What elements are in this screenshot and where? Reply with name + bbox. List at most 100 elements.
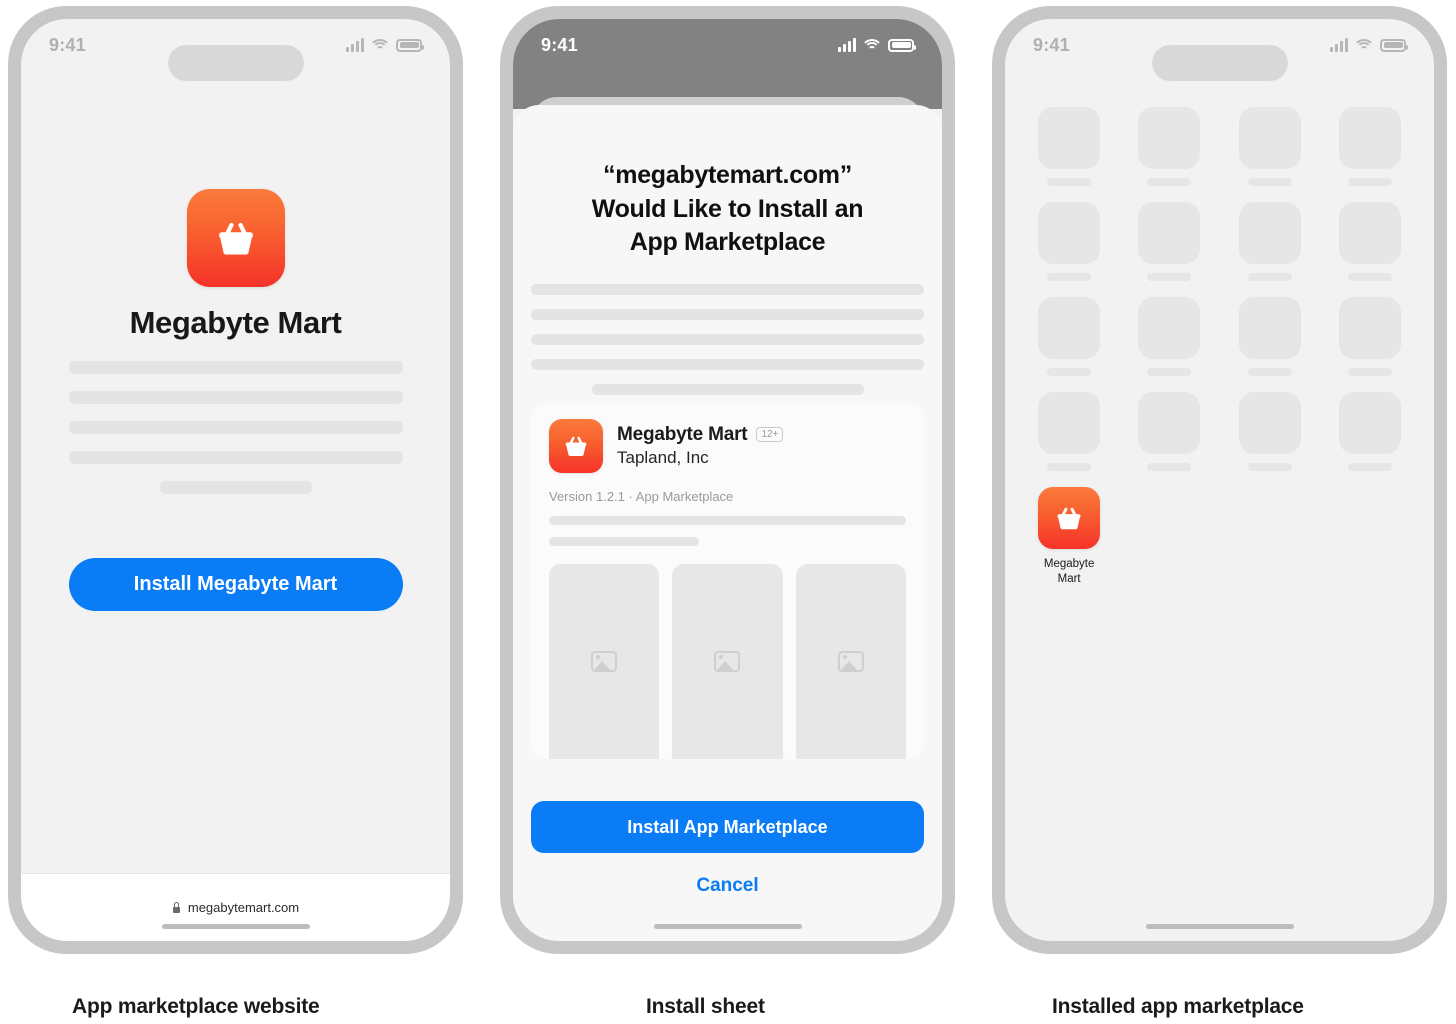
placeholder-app-label [1247,368,1292,376]
skeleton-line [68,451,403,464]
placeholder-app[interactable] [1330,392,1410,471]
app-identity: Megabyte Mart 12+ Tapland, Inc [617,423,784,468]
app-screenshot-thumbnail[interactable] [549,563,660,759]
caption-panel-3: Installed app marketplace [1052,995,1304,1018]
app-version-meta: Version 1.2.1 · App Marketplace [549,488,734,504]
image-placeholder-icon [837,650,864,672]
skeleton-line [531,333,924,345]
placeholder-app-icon [1338,392,1401,454]
placeholder-app-label [1147,463,1192,471]
status-bar-indicators [838,38,916,52]
battery-icon [888,38,916,52]
shopping-basket-icon [549,418,603,473]
home-indicator[interactable] [161,924,310,929]
page-title: Megabyte Mart [129,305,342,340]
skeleton-line-short [549,536,699,546]
placeholder-app-icon [1138,392,1201,454]
app-screenshot-thumbnail[interactable] [672,563,783,759]
url-display[interactable]: megabytemart.com [172,900,299,915]
placeholder-app[interactable] [1230,107,1310,186]
installed-app-label-line-1: Megabyte [1043,558,1095,570]
placeholder-app[interactable] [1029,202,1109,281]
age-rating-badge: 12+ [756,427,784,442]
skeleton-line [68,361,403,374]
battery-icon [1380,38,1408,52]
placeholder-app-label [1347,178,1392,186]
placeholder-app[interactable] [1029,107,1109,186]
placeholder-app-label [1147,178,1192,186]
caption-panel-1: App marketplace website [72,995,320,1018]
placeholder-app[interactable] [1129,297,1209,376]
shopping-basket-icon [1038,487,1101,549]
browser-url-bar[interactable]: megabytemart.com [21,873,450,941]
placeholder-app-label [1147,368,1192,376]
status-bar: 9:41 [21,19,450,71]
status-bar-indicators [346,38,424,52]
phone-1-screen: 9:41 Megabyte Mart Install Megabyte Mart… [21,19,450,941]
placeholder-app[interactable] [1230,202,1310,281]
placeholder-app[interactable] [1129,392,1209,471]
home-indicator[interactable] [1145,924,1294,929]
placeholder-app-icon [1038,202,1101,264]
sheet-title: “megabytemart.com” Would Like to Install… [531,105,924,260]
skeleton-line [549,515,906,525]
home-screen-app-grid: Megabyte Mart [1029,107,1410,586]
shopping-basket-icon [186,189,285,287]
placeholder-app[interactable] [1330,202,1410,281]
installed-app-megabyte-mart[interactable]: Megabyte Mart [1029,487,1109,586]
placeholder-app[interactable] [1029,297,1109,376]
placeholder-app-icon [1138,107,1201,169]
install-megabyte-mart-button[interactable]: Install Megabyte Mart [68,558,403,611]
phone-2-install-sheet: 9:41 “megabytemart.com” Would Like to In… [500,6,955,954]
skeleton-line-short [591,383,864,395]
app-header-row: Megabyte Mart 12+ Tapland, Inc [549,418,906,473]
placeholder-app-label [1347,463,1392,471]
home-screen-grid-area: Megabyte Mart [1005,107,1434,941]
skeleton-line [531,308,924,320]
placeholder-app-icon [1038,392,1101,454]
placeholder-app-label [1047,463,1092,471]
placeholder-app-icon [1138,297,1201,359]
phone-3-screen: 9:41 Megabyte Mart [1005,19,1434,941]
placeholder-app[interactable] [1330,297,1410,376]
url-text: megabytemart.com [187,900,300,915]
status-bar-indicators [1330,38,1408,52]
skeleton-line [531,358,924,370]
install-app-marketplace-button[interactable]: Install App Marketplace [531,801,924,853]
lock-icon [172,902,181,913]
placeholder-app[interactable] [1230,392,1310,471]
sheet-action-area: Install App Marketplace Cancel [513,791,942,897]
placeholder-app[interactable] [1129,107,1209,186]
caption-panel-2: Install sheet [646,995,765,1018]
app-name: Megabyte Mart [617,423,748,445]
status-bar-time: 9:41 [1033,34,1070,55]
installed-app-label: Megabyte Mart [1032,557,1106,586]
sheet-body-skeleton [531,283,924,395]
placeholder-app-label [1047,178,1092,186]
status-bar: 9:41 [1005,19,1434,71]
placeholder-app[interactable] [1129,202,1209,281]
cancel-button[interactable]: Cancel [531,853,924,897]
placeholder-app[interactable] [1230,297,1310,376]
placeholder-app-icon [1338,202,1401,264]
sheet-title-line-3: App Marketplace [629,228,826,256]
placeholder-app-label [1047,273,1092,281]
app-info-card: Megabyte Mart 12+ Tapland, Inc Version 1… [531,402,924,759]
app-screenshot-thumbnail[interactable] [795,563,906,759]
home-indicator[interactable] [653,924,802,929]
placeholder-app-label [1347,273,1392,281]
placeholder-app[interactable] [1330,107,1410,186]
sheet-scroll-area[interactable]: “megabytemart.com” Would Like to Install… [513,105,942,791]
app-name-row: Megabyte Mart 12+ [617,423,784,446]
app-screenshots-row[interactable] [549,563,906,759]
skeleton-line [531,283,924,295]
placeholder-app[interactable] [1029,392,1109,471]
installed-app-label-line-2: Mart [1057,572,1081,585]
image-placeholder-icon [591,650,618,672]
skeleton-line [68,391,403,404]
status-bar-time: 9:41 [49,34,86,55]
website-content: Megabyte Mart Install Megabyte Mart [21,71,450,941]
cellular-signal-icon [346,38,364,52]
placeholder-app-icon [1238,392,1301,454]
placeholder-app-label [1247,463,1292,471]
